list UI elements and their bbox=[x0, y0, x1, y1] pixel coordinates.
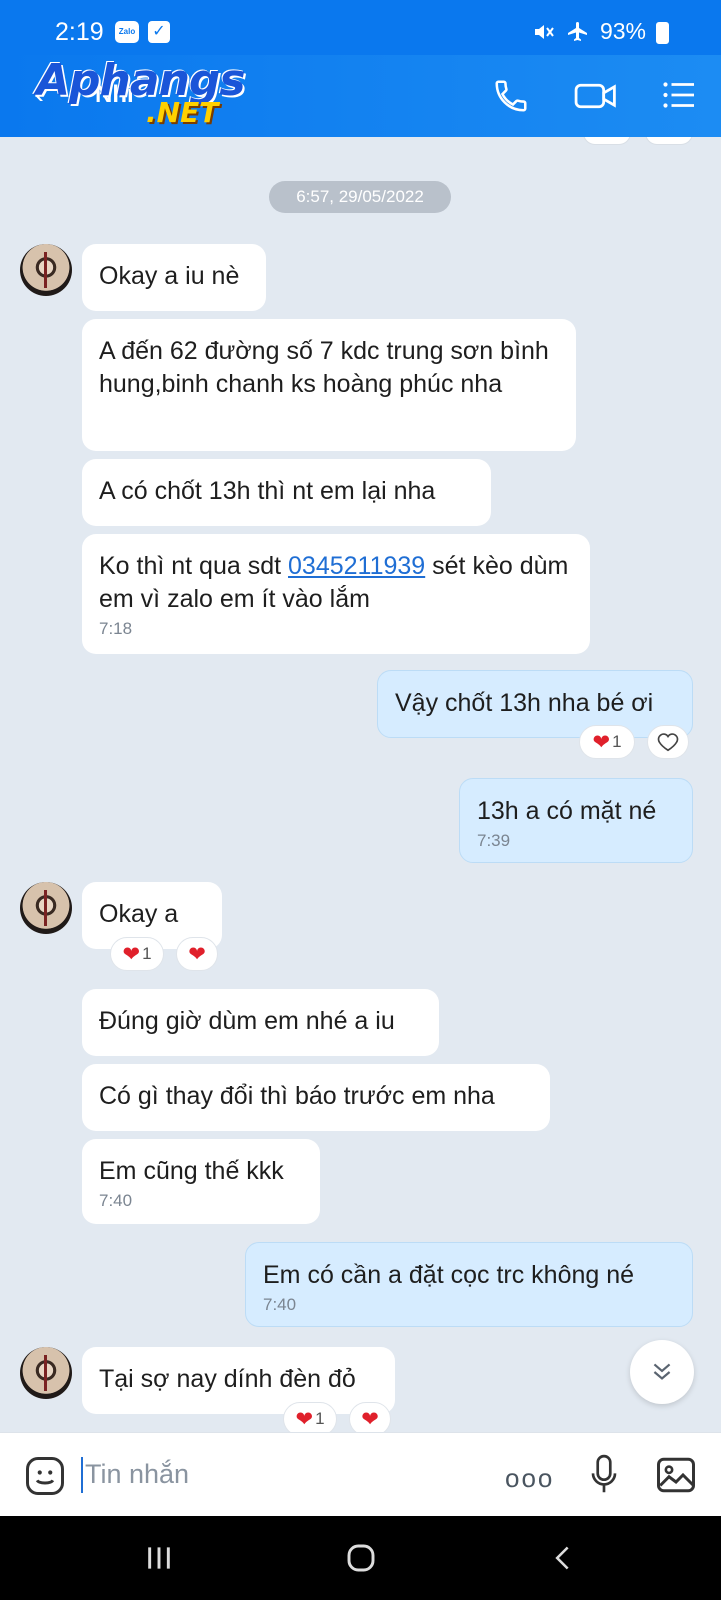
message-text: Okay a bbox=[99, 900, 179, 928]
double-chevron-down-icon bbox=[653, 1363, 671, 1380]
chat-header: ‹ Nhí Aphangs .NET bbox=[0, 55, 721, 137]
heart-icon: ❤ bbox=[122, 942, 141, 966]
message-text: Ko thì nt qua sdt 0345211939 sét kèo dùm… bbox=[99, 552, 569, 613]
mute-vibrate-icon bbox=[534, 24, 554, 39]
heart-icon: ❤ bbox=[361, 1407, 379, 1431]
message-bubble[interactable]: Ko thì nt qua sdt 0345211939 sét kèo dùm… bbox=[82, 534, 590, 654]
message-text: A đến 62 đường số 7 kdc trung sơn bình h… bbox=[99, 337, 549, 398]
message-text: Tại sợ nay dính đèn đỏ bbox=[99, 1365, 356, 1393]
heart-icon: ❤ bbox=[188, 942, 206, 966]
heart-outline-icon bbox=[657, 733, 679, 752]
avatar[interactable] bbox=[20, 882, 72, 934]
status-right: 93% bbox=[532, 18, 669, 45]
heart-icon: ❤ bbox=[295, 1407, 314, 1431]
message-time: 7:40 bbox=[263, 1295, 297, 1314]
message-text: Đúng giờ dùm em nhé a iu bbox=[99, 1007, 395, 1035]
battery-icon bbox=[656, 21, 669, 44]
airplane-mode-icon bbox=[567, 21, 587, 41]
message-bubble[interactable]: A có chốt 13h thì nt em lại nha bbox=[82, 459, 491, 526]
message-bubble[interactable]: Đúng giờ dùm em nhé a iu bbox=[82, 989, 439, 1056]
battery-level: 93% bbox=[599, 18, 646, 44]
react-button[interactable] bbox=[647, 725, 689, 759]
message-text: 13h a có mặt né bbox=[477, 797, 657, 825]
system-nav-bar bbox=[0, 1516, 721, 1600]
menu-list-icon[interactable] bbox=[661, 77, 697, 113]
message-input[interactable] bbox=[85, 1452, 465, 1496]
message-bubble[interactable]: Okay a iu nè bbox=[82, 244, 266, 311]
message-text: Okay a iu nè bbox=[99, 262, 240, 290]
back-icon[interactable] bbox=[549, 1542, 577, 1574]
message-text: Em cũng thế kkk bbox=[99, 1157, 284, 1185]
message-bubble[interactable]: Tại sợ nay dính đèn đỏ bbox=[82, 1347, 395, 1414]
previous-reaction-fragment bbox=[583, 137, 631, 145]
image-gallery-icon[interactable] bbox=[655, 1455, 697, 1495]
emoji-sticker-icon[interactable] bbox=[24, 1455, 66, 1497]
phone-link[interactable]: 0345211939 bbox=[288, 552, 425, 580]
react-button[interactable]: ❤ bbox=[349, 1402, 391, 1432]
scroll-to-bottom-button[interactable] bbox=[630, 1340, 694, 1404]
date-separator: 6:57, 29/05/2022 bbox=[269, 181, 451, 213]
previous-reaction-fragment bbox=[645, 137, 693, 145]
recent-apps-icon[interactable] bbox=[143, 1542, 175, 1574]
message-time: 7:39 bbox=[477, 831, 511, 850]
message-time: 7:18 bbox=[99, 619, 133, 638]
message-text: Có gì thay đổi thì báo trước em nha bbox=[99, 1082, 495, 1110]
message-text: Vậy chốt 13h nha bé ơi bbox=[395, 689, 654, 717]
more-options-button[interactable]: ooo bbox=[505, 1463, 554, 1494]
message-text: Em có cần a đặt cọc trc không né bbox=[263, 1261, 635, 1289]
reaction-count[interactable]: ❤ 1 bbox=[579, 725, 635, 759]
avatar[interactable] bbox=[20, 244, 72, 296]
heart-icon: ❤ bbox=[592, 730, 611, 754]
status-bar: 2:19 Zalo ✓ 93% bbox=[0, 0, 721, 55]
message-bubble-outgoing[interactable]: Em có cần a đặt cọc trc không né 7:40 bbox=[245, 1242, 693, 1327]
message-bubble-outgoing[interactable]: 13h a có mặt né 7:39 bbox=[459, 778, 693, 863]
message-input-bar: ooo bbox=[0, 1432, 721, 1516]
zalo-notification-icon: Zalo bbox=[115, 21, 139, 43]
status-time: 2:19 bbox=[55, 18, 104, 46]
video-call-icon[interactable] bbox=[573, 77, 619, 115]
message-bubble-outgoing[interactable]: Vậy chốt 13h nha bé ơi bbox=[377, 670, 693, 738]
message-time: 7:40 bbox=[99, 1191, 133, 1210]
reaction-count[interactable]: ❤ 1 bbox=[283, 1402, 337, 1432]
message-bubble[interactable]: Có gì thay đổi thì báo trước em nha bbox=[82, 1064, 550, 1131]
reaction-count[interactable]: ❤ 1 bbox=[110, 937, 164, 971]
phone-icon[interactable] bbox=[492, 77, 530, 115]
avatar[interactable] bbox=[20, 1347, 72, 1399]
checkbox-notification-icon: ✓ bbox=[148, 21, 170, 43]
message-bubble[interactable]: A đến 62 đường số 7 kdc trung sơn bình h… bbox=[82, 319, 576, 451]
message-bubble[interactable]: Em cũng thế kkk 7:40 bbox=[82, 1139, 320, 1224]
chat-area[interactable]: 6:57, 29/05/2022 Okay a iu nè A đến 62 đ… bbox=[0, 137, 721, 1432]
microphone-icon[interactable] bbox=[588, 1453, 620, 1497]
watermark-logo: Aphangs .NET bbox=[36, 59, 246, 127]
text-caret bbox=[81, 1457, 83, 1493]
home-icon[interactable] bbox=[344, 1542, 378, 1574]
react-button[interactable]: ❤ bbox=[176, 937, 218, 971]
message-text: A có chốt 13h thì nt em lại nha bbox=[99, 477, 436, 505]
